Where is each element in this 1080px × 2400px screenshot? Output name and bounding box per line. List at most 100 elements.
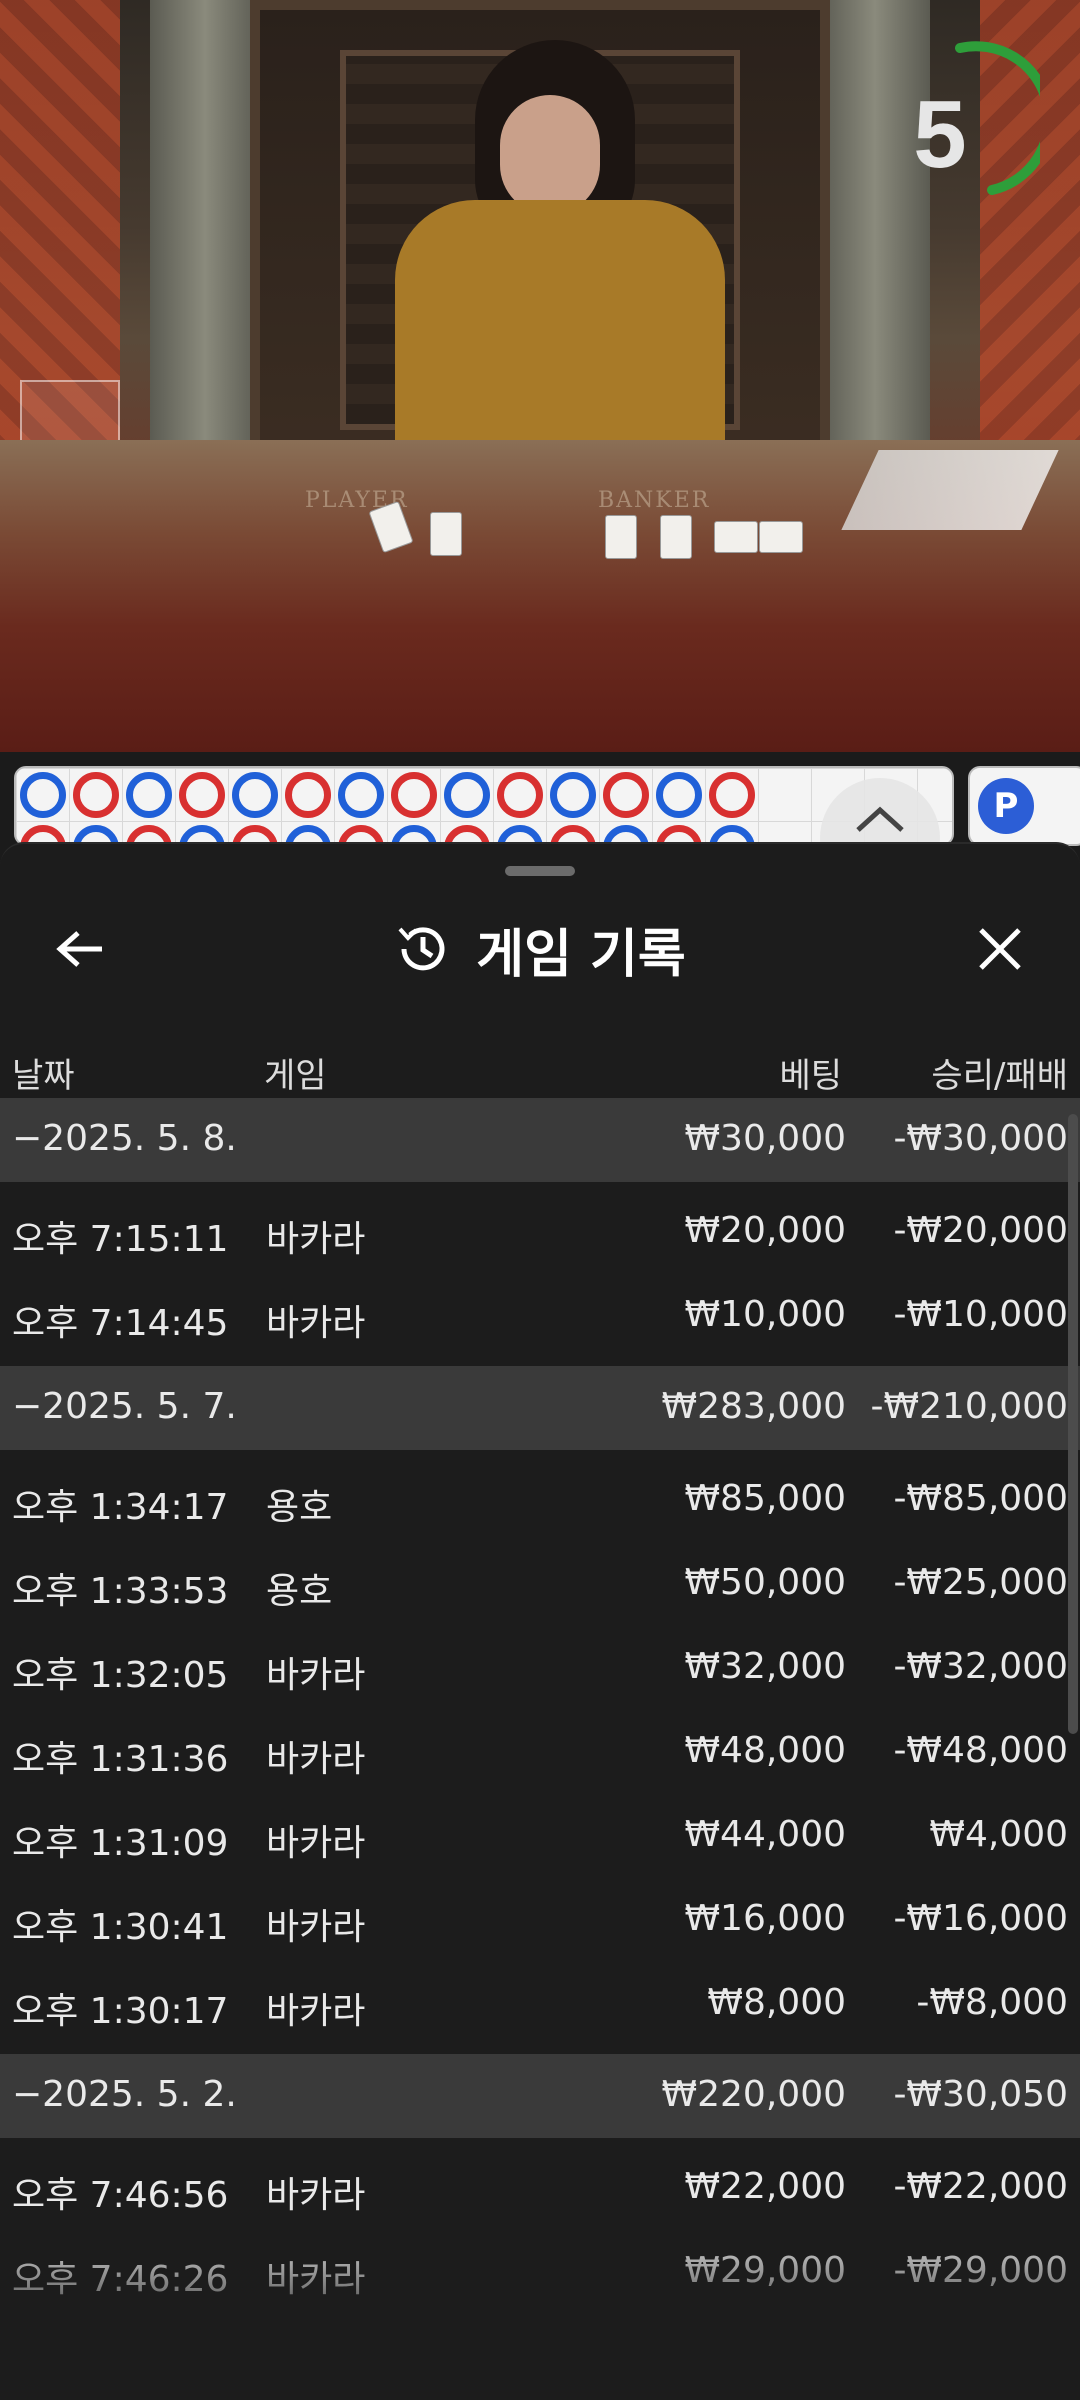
row-time: 오후 1:30:17 (12, 1991, 229, 2032)
row-bet: ₩20,000 (684, 1210, 846, 1251)
player-bead (656, 772, 702, 818)
group-date: −2025. 5. 8. (12, 1118, 237, 1159)
group-bet-total: ₩220,000 (661, 2074, 846, 2115)
banker-bead (179, 772, 225, 818)
drag-handle[interactable] (505, 866, 575, 876)
sheet-header: 게임 기록 (0, 894, 1080, 1004)
playing-card (660, 515, 692, 559)
row-time: 오후 1:32:05 (12, 1655, 229, 1696)
group-bet-total: ₩30,000 (684, 1118, 846, 1159)
dealer-face (500, 95, 600, 215)
row-game: 바카라 (266, 1823, 366, 1864)
date-group-row[interactable]: −2025. 5. 8. ₩30,000 -₩30,000 (0, 1098, 1080, 1182)
scrollbar[interactable] (1068, 1114, 1078, 1734)
row-game: 바카라 (266, 2259, 366, 2300)
row-time: 오후 1:33:53 (12, 1571, 229, 1612)
sheet-title: 게임 기록 (476, 924, 686, 985)
row-bet: ₩32,000 (684, 1646, 846, 1687)
close-x-icon (979, 928, 1021, 970)
row-result: -₩85,000 (893, 1478, 1068, 1519)
history-row[interactable]: 오후 1:32:05 바카라 ₩32,000 -₩32,000 (0, 1626, 1080, 1710)
row-result: -₩16,000 (893, 1898, 1068, 1939)
countdown-timer-value: 5 (913, 81, 967, 188)
history-row[interactable]: 오후 1:30:41 바카라 ₩16,000 -₩16,000 (0, 1878, 1080, 1962)
history-row[interactable]: 오후 1:31:36 바카라 ₩48,000 -₩48,000 (0, 1710, 1080, 1794)
decor-pillar (150, 0, 260, 460)
row-result: -₩29,000 (893, 2250, 1068, 2291)
card-shoe (841, 450, 1059, 530)
game-history-sheet: 게임 기록 날짜 게임 베팅 승리/패배 −2025. 5. 8. ₩30,00… (0, 842, 1080, 2400)
column-header-result: 승리/패배 (931, 1056, 1068, 1096)
playing-card (759, 521, 803, 553)
banker-bead (603, 772, 649, 818)
group-date: −2025. 5. 2. (12, 2074, 237, 2115)
row-result: -₩8,000 (916, 1982, 1068, 2023)
row-game: 바카라 (266, 1991, 366, 2032)
row-result: -₩32,000 (893, 1646, 1068, 1687)
row-game: 바카라 (266, 2175, 366, 2216)
row-time: 오후 7:14:45 (12, 1303, 229, 1344)
row-bet: ₩8,000 (707, 1982, 846, 2023)
history-row[interactable]: 오후 7:14:45 바카라 ₩10,000 -₩10,000 (0, 1274, 1080, 1358)
banker-bead (285, 772, 331, 818)
row-time: 오후 1:31:09 (12, 1823, 229, 1864)
app-root: PLAYER BANKER 5 P 게임 기록 날짜 게임 베팅 승리/패배 −… (0, 0, 1080, 2400)
player-prediction-badge[interactable]: P (978, 778, 1034, 834)
player-bead (338, 772, 384, 818)
history-row[interactable]: 오후 7:15:11 바카라 ₩20,000 -₩20,000 (0, 1190, 1080, 1274)
row-bet: ₩10,000 (684, 1294, 846, 1335)
row-game: 바카라 (266, 1219, 366, 1260)
banker-bead (73, 772, 119, 818)
row-game: 바카라 (266, 1907, 366, 1948)
column-header-bet: 베팅 (779, 1056, 842, 1096)
close-button[interactable] (960, 914, 1040, 984)
row-game: 바카라 (266, 1655, 366, 1696)
history-row[interactable]: 오후 7:46:56 바카라 ₩22,000 -₩22,000 (0, 2146, 1080, 2230)
live-video-stream: PLAYER BANKER 5 (0, 0, 1080, 752)
player-bead (126, 772, 172, 818)
chevron-up-icon (856, 806, 904, 832)
history-row[interactable]: 오후 1:33:53 용호 ₩50,000 -₩25,000 (0, 1542, 1080, 1626)
group-bet-total: ₩283,000 (661, 1386, 846, 1427)
row-result: -₩20,000 (893, 1210, 1068, 1251)
row-time: 오후 1:30:41 (12, 1907, 229, 1948)
history-row[interactable]: 오후 7:46:26 바카라 ₩29,000 -₩29,000 (0, 2230, 1080, 2314)
history-clock-icon (398, 927, 445, 971)
row-result: -₩22,000 (893, 2166, 1068, 2207)
row-bet: ₩48,000 (684, 1730, 846, 1771)
row-result: -₩48,000 (893, 1730, 1068, 1771)
history-row[interactable]: 오후 1:34:17 용호 ₩85,000 -₩85,000 (0, 1458, 1080, 1542)
banker-bead (391, 772, 437, 818)
column-header-date: 날짜 (12, 1056, 75, 1096)
row-time: 오후 7:46:26 (12, 2259, 229, 2300)
row-game: 바카라 (266, 1739, 366, 1780)
row-bet: ₩85,000 (684, 1478, 846, 1519)
player-bead (550, 772, 596, 818)
banker-bead (497, 772, 543, 818)
row-result: ₩4,000 (929, 1814, 1068, 1855)
row-time: 오후 1:34:17 (12, 1487, 229, 1528)
history-list[interactable]: −2025. 5. 8. ₩30,000 -₩30,000 오후 7:15:11… (0, 1098, 1080, 2322)
group-result-total: -₩30,000 (893, 1118, 1068, 1159)
back-button[interactable] (40, 914, 120, 984)
arrow-left-icon (56, 931, 102, 967)
row-game: 용호 (266, 1487, 333, 1528)
player-bead (444, 772, 490, 818)
dealer-body (395, 200, 725, 480)
row-game: 바카라 (266, 1303, 366, 1344)
date-group-row[interactable]: −2025. 5. 2. ₩220,000 -₩30,050 (0, 2054, 1080, 2138)
row-bet: ₩22,000 (684, 2166, 846, 2207)
date-group-row[interactable]: −2025. 5. 7. ₩283,000 -₩210,000 (0, 1366, 1080, 1450)
group-result-total: -₩210,000 (870, 1386, 1068, 1427)
bead-road[interactable] (14, 766, 954, 846)
row-bet: ₩29,000 (684, 2250, 846, 2291)
playing-card (605, 515, 637, 559)
row-result: -₩25,000 (893, 1562, 1068, 1603)
history-row[interactable]: 오후 1:30:17 바카라 ₩8,000 -₩8,000 (0, 1962, 1080, 2046)
row-time: 오후 7:46:56 (12, 2175, 229, 2216)
banker-bead (709, 772, 755, 818)
row-bet: ₩44,000 (684, 1814, 846, 1855)
player-bead (20, 772, 66, 818)
history-row[interactable]: 오후 1:31:09 바카라 ₩44,000 ₩4,000 (0, 1794, 1080, 1878)
row-game: 용호 (266, 1571, 333, 1612)
